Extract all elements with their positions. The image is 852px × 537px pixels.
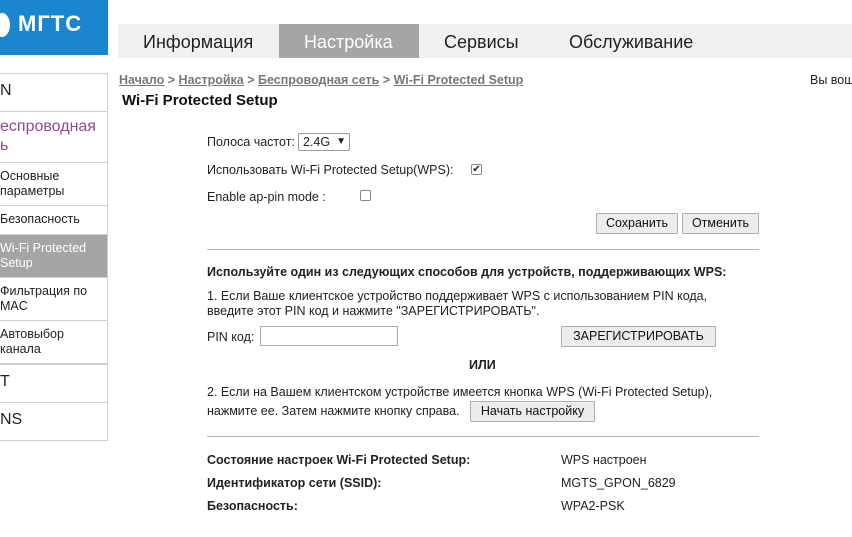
- top-nav: Информация Настройка Сервисы Обслуживани…: [118, 24, 852, 58]
- logged-in-text: Вы вош: [810, 73, 852, 87]
- sidebar-sub-auto-channel[interactable]: Автовыбор канала: [0, 321, 107, 364]
- sidebar-sub-security[interactable]: Безопасность: [0, 206, 107, 235]
- divider: [207, 249, 759, 250]
- sidebar-item-label: Setup: [0, 256, 33, 270]
- sidebar-item-label: N: [0, 82, 12, 99]
- sidebar-item-label: Безопасность: [0, 212, 80, 226]
- tab-services[interactable]: Сервисы: [419, 24, 544, 58]
- sidebar-item-dns[interactable]: NS: [0, 403, 107, 440]
- band-select-value: 2.4G: [303, 135, 331, 149]
- tab-maintenance[interactable]: Обслуживание: [544, 24, 718, 58]
- tab-information[interactable]: Информация: [118, 24, 279, 58]
- sidebar-item-label: Wi-Fi Protected: [0, 241, 87, 255]
- save-button[interactable]: Сохранить: [596, 213, 678, 234]
- method2-text: 2. Если на Вашем клиентском устройстве и…: [207, 385, 713, 399]
- chevron-down-icon: ▼: [336, 136, 346, 147]
- breadcrumb-separator: >: [164, 73, 179, 87]
- breadcrumb-home[interactable]: Начало: [119, 73, 164, 87]
- sidebar-item-label: ь: [0, 137, 9, 154]
- methods-heading: Используйте один из следующих способов д…: [207, 265, 727, 279]
- sidebar-item-label: Фильтрация по: [0, 284, 88, 298]
- cancel-button[interactable]: Отменить: [682, 213, 759, 234]
- sidebar-item-label: Основные: [0, 169, 60, 183]
- sidebar-item-t[interactable]: T: [0, 364, 107, 403]
- ap-pin-checkbox[interactable]: [360, 190, 371, 201]
- checkmark-icon: ✔: [472, 164, 481, 175]
- use-wps-checkbox[interactable]: ✔: [471, 164, 482, 175]
- logo-text: МГТС: [18, 11, 83, 36]
- method2-text: нажмите ее. Затем нажмите кнопку справа.: [207, 404, 460, 418]
- pin-input[interactable]: [260, 326, 398, 346]
- method1-text: введите этот PIN код и нажмите "ЗАРЕГИСТ…: [207, 304, 540, 318]
- status-value: WPS настроен: [561, 453, 647, 467]
- ssid-value: MGTS_GPON_6829: [561, 476, 676, 490]
- band-select[interactable]: 2.4G ▼: [298, 133, 350, 151]
- breadcrumb-settings[interactable]: Настройка: [179, 73, 244, 87]
- breadcrumb-separator: >: [379, 73, 394, 87]
- tab-settings[interactable]: Настройка: [279, 24, 419, 58]
- ssid-label: Идентификатор сети (SSID):: [207, 476, 382, 490]
- security-value: WPA2-PSK: [561, 499, 625, 513]
- or-separator: ИЛИ: [469, 358, 496, 372]
- ap-pin-label: Enable ap-pin mode :: [207, 190, 326, 204]
- sidebar-item-label: еспроводная: [0, 118, 96, 135]
- sidebar-item-label: Автовыбор: [0, 327, 64, 341]
- band-label: Полоса частот:: [207, 135, 295, 149]
- page-title: Wi-Fi Protected Setup: [122, 92, 278, 109]
- breadcrumb-separator: >: [243, 73, 259, 87]
- logo-egg-icon: [0, 13, 10, 37]
- sidebar-sub-wps[interactable]: Wi-Fi Protected Setup: [0, 235, 107, 278]
- use-wps-label: Использовать Wi-Fi Protected Setup(WPS):: [207, 163, 454, 177]
- sidebar-item-label: канала: [0, 342, 41, 356]
- pin-label: PIN код:: [207, 330, 255, 344]
- sidebar-sub-basic[interactable]: Основные параметры: [0, 163, 107, 206]
- method1-text: 1. Если Ваше клиентское устройство подде…: [207, 289, 708, 303]
- status-label: Состояние настроек Wi-Fi Protected Setup…: [207, 453, 471, 467]
- sidebar-item-label: MAC: [0, 299, 28, 313]
- security-label: Безопасность:: [207, 499, 298, 513]
- divider: [207, 436, 759, 437]
- breadcrumb: Начало > Настройка > Беспроводная сеть >…: [119, 73, 523, 87]
- breadcrumb-wps[interactable]: Wi-Fi Protected Setup: [394, 73, 524, 87]
- sidebar: N еспроводная ь Основные параметры Безоп…: [0, 73, 108, 441]
- sidebar-item-wan[interactable]: N: [0, 74, 107, 112]
- start-setup-button[interactable]: Начать настройку: [470, 401, 595, 422]
- register-button[interactable]: ЗАРЕГИСТРИРОВАТЬ: [561, 326, 716, 347]
- sidebar-item-label: параметры: [0, 184, 65, 198]
- sidebar-item-label: T: [0, 373, 10, 390]
- sidebar-sub-mac-filter[interactable]: Фильтрация по MAC: [0, 278, 107, 321]
- sidebar-item-label: NS: [0, 411, 23, 428]
- sidebar-item-wireless[interactable]: еспроводная ь: [0, 112, 107, 163]
- breadcrumb-wireless[interactable]: Беспроводная сеть: [258, 73, 379, 87]
- brand-logo: МГТС: [0, 0, 108, 55]
